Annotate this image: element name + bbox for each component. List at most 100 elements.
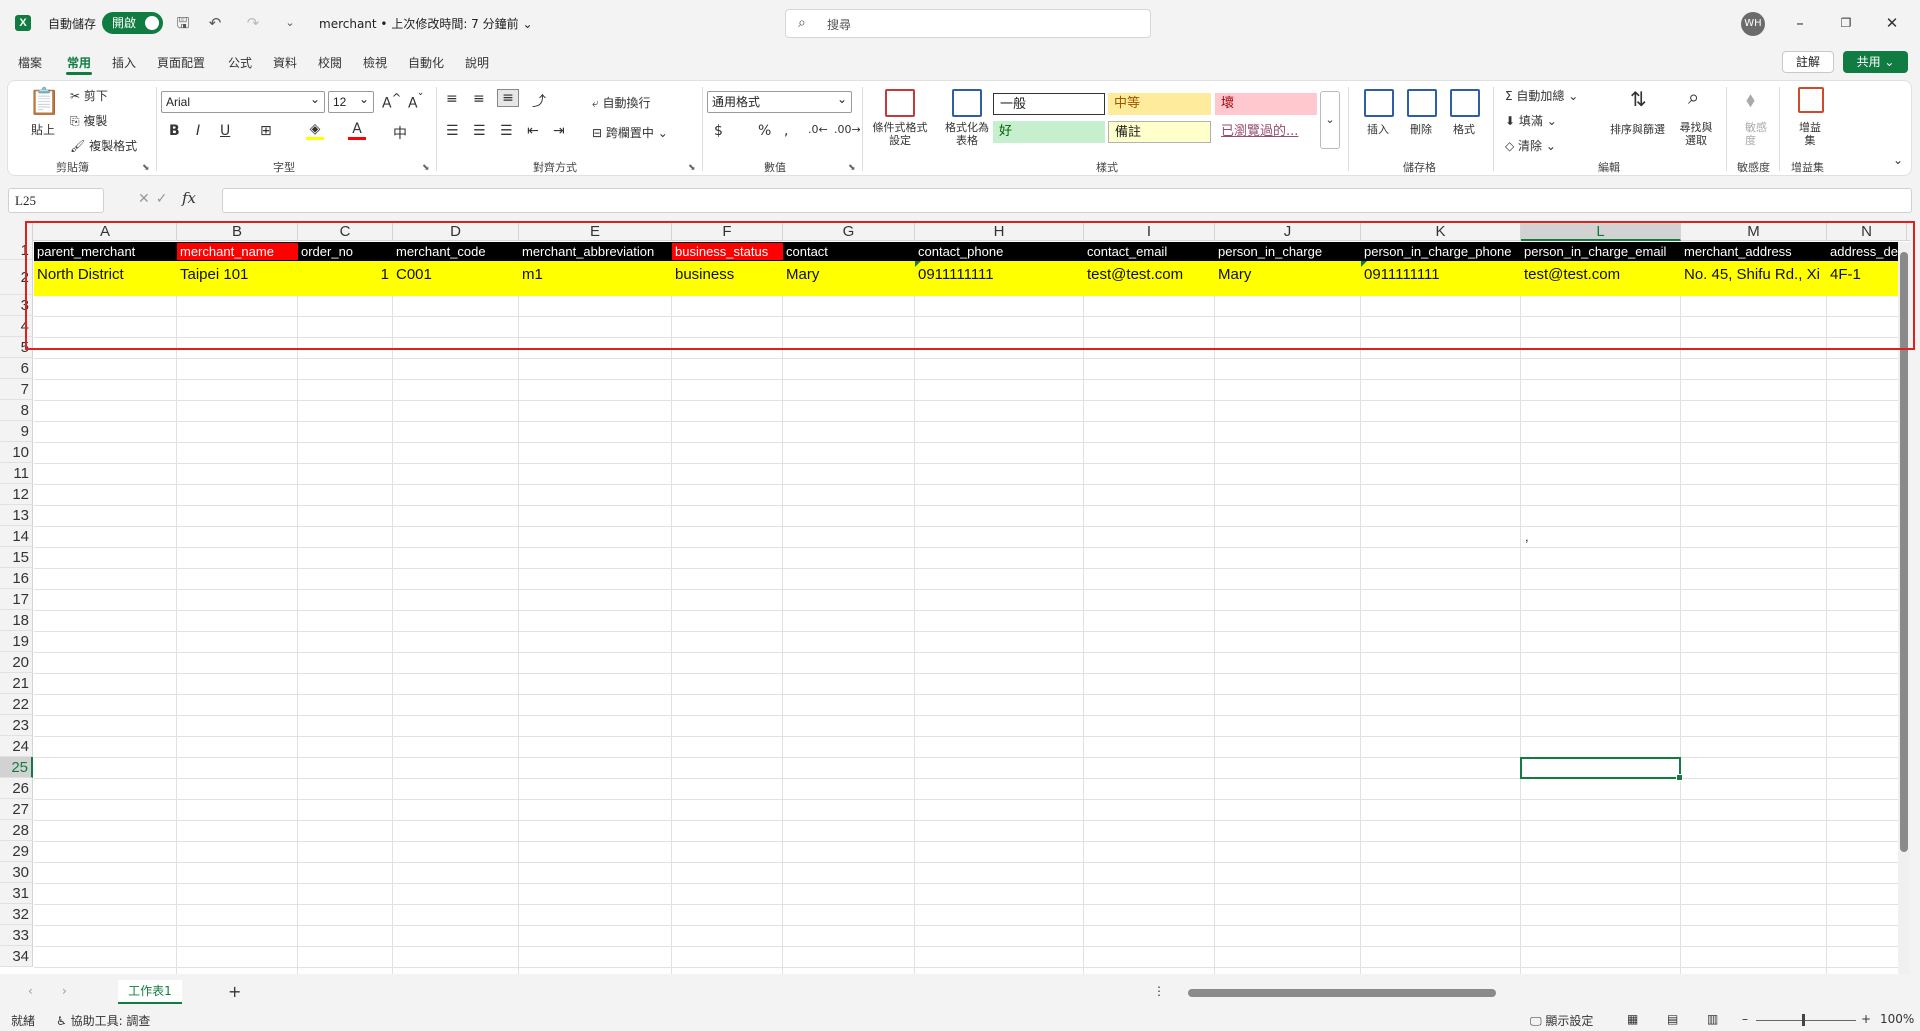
row-header-15[interactable]: 15 — [0, 547, 33, 568]
row-header-22[interactable]: 22 — [0, 694, 33, 715]
row-header-20[interactable]: 20 — [0, 652, 33, 673]
fill-button[interactable]: ⬇ 填滿 ⌄ — [1505, 112, 1557, 129]
insert-cells-label[interactable]: 插入 — [1367, 121, 1389, 137]
display-settings-button[interactable]: 🖵 顯示設定 — [1530, 1012, 1593, 1029]
row-header-18[interactable]: 18 — [0, 610, 33, 631]
row-header-13[interactable]: 13 — [0, 505, 33, 526]
format-cells-label[interactable]: 格式 — [1453, 121, 1475, 137]
search-box[interactable]: ⌕ 搜尋 — [785, 9, 1151, 38]
row-header-12[interactable]: 12 — [0, 484, 33, 505]
sort-filter-icon[interactable]: ⇅ — [1630, 87, 1647, 111]
redo-icon[interactable]: ↷ — [243, 13, 263, 33]
decrease-decimal-icon[interactable]: .00→ — [834, 123, 861, 136]
format-as-table-icon[interactable] — [952, 89, 982, 117]
page-layout-view-icon[interactable]: ▤ — [1667, 1012, 1678, 1026]
insert-function-icon[interactable]: fx — [182, 189, 196, 207]
cell-area[interactable]: parent_merchant merchant_name order_no merc… — [34, 242, 1910, 974]
sensitivity-icon[interactable]: ⬧ — [1746, 87, 1755, 111]
number-launcher-icon[interactable]: ⬊ — [848, 163, 856, 173]
horizontal-scrollbar[interactable] — [1178, 988, 1902, 998]
tab-home[interactable]: 常用 — [65, 54, 93, 75]
zoom-level[interactable]: 100% — [1880, 1012, 1914, 1026]
horizontal-scroll-thumb[interactable] — [1188, 989, 1496, 997]
name-box[interactable]: L25 — [8, 188, 104, 213]
format-as-table-label[interactable]: 格式化為表格 — [940, 121, 994, 147]
delete-cells-label[interactable]: 刪除 — [1410, 121, 1432, 137]
bold-icon[interactable]: B — [169, 123, 180, 139]
row-header-6[interactable]: 6 — [0, 358, 33, 379]
undo-icon[interactable]: ↶ — [205, 13, 225, 33]
tab-formulas[interactable]: 公式 — [228, 54, 252, 71]
document-title[interactable]: merchant • 上次修改時間: 7 分鐘前 ⌄ — [319, 15, 533, 32]
align-top-icon[interactable]: ≡ — [446, 91, 458, 107]
row-header-29[interactable]: 29 — [0, 841, 33, 862]
alignment-launcher-icon[interactable]: ⬊ — [688, 163, 696, 173]
align-center-icon[interactable]: ☰ — [473, 123, 486, 139]
font-size-select[interactable]: 12 — [328, 89, 374, 113]
number-format-select[interactable]: 通用格式 — [707, 89, 852, 113]
italic-icon[interactable]: I — [196, 123, 200, 139]
avatar[interactable]: WH — [1741, 12, 1765, 36]
next-sheet-icon[interactable]: › — [62, 984, 67, 998]
copy-button[interactable]: ⎘ 複製 — [70, 112, 107, 129]
row-header-19[interactable]: 19 — [0, 631, 33, 652]
sheet-tab-1[interactable]: 工作表1 — [118, 980, 182, 1004]
conditional-format-icon[interactable] — [885, 89, 915, 117]
addins-button-label[interactable]: 增益集 — [1797, 121, 1823, 147]
add-sheet-button[interactable]: + — [228, 982, 241, 1001]
zoom-in-icon[interactable]: + — [1861, 1012, 1871, 1026]
increase-decimal-icon[interactable]: .0← — [808, 123, 828, 136]
sort-filter-label[interactable]: 排序與篩選 — [1610, 121, 1665, 137]
row-header-26[interactable]: 26 — [0, 778, 33, 799]
style-followed-hyperlink[interactable]: 已瀏覽過的... — [1215, 121, 1317, 143]
percent-icon[interactable]: % — [758, 123, 771, 139]
style-good[interactable]: 好 — [993, 121, 1105, 143]
row-header-34[interactable]: 34 — [0, 946, 33, 967]
tab-page-layout[interactable]: 頁面配置 — [157, 54, 205, 71]
row-header-16[interactable]: 16 — [0, 568, 33, 589]
row-header-11[interactable]: 11 — [0, 463, 33, 484]
minimize-button[interactable]: – — [1788, 12, 1812, 34]
tab-help[interactable]: 說明 — [465, 54, 489, 71]
tab-review[interactable]: 校閱 — [318, 54, 342, 71]
row-header-32[interactable]: 32 — [0, 904, 33, 925]
tab-splitter-icon[interactable]: ⋮ — [1153, 984, 1165, 998]
row-header-21[interactable]: 21 — [0, 673, 33, 694]
row-header-7[interactable]: 7 — [0, 379, 33, 400]
tab-view[interactable]: 檢視 — [363, 54, 387, 71]
clear-button[interactable]: ◇ 清除 ⌄ — [1505, 137, 1556, 154]
style-note[interactable]: 備註 — [1108, 121, 1211, 143]
tab-data[interactable]: 資料 — [273, 54, 297, 71]
style-bad[interactable]: 壞 — [1215, 93, 1317, 115]
comma-icon[interactable]: , — [784, 123, 788, 139]
underline-icon[interactable]: U — [220, 123, 230, 139]
restore-button[interactable]: ❐ — [1834, 12, 1858, 34]
row-header-8[interactable]: 8 — [0, 400, 33, 421]
cut-button[interactable]: ✂ 剪下 — [70, 87, 108, 104]
vertical-scrollbar[interactable] — [1898, 242, 1910, 974]
format-cells-icon[interactable] — [1450, 89, 1480, 117]
align-left-icon[interactable]: ☰ — [446, 123, 459, 139]
formula-input[interactable] — [222, 188, 1912, 213]
row-header-30[interactable]: 30 — [0, 862, 33, 883]
row-header-25[interactable]: 25 — [0, 757, 33, 778]
zoom-slider-thumb[interactable] — [1802, 1014, 1805, 1026]
borders-icon[interactable]: ⊞ — [260, 123, 272, 139]
accessibility-status[interactable]: ♿ 協助工具: 調查 — [56, 1012, 150, 1029]
addins-icon[interactable] — [1798, 87, 1824, 113]
decrease-font-icon[interactable]: Aˇ — [408, 91, 423, 112]
zoom-slider[interactable] — [1756, 1020, 1856, 1021]
align-bottom-icon[interactable]: ≡ — [497, 89, 519, 107]
delete-cells-icon[interactable] — [1407, 89, 1437, 117]
autosum-button[interactable]: Σ 自動加總 ⌄ — [1505, 87, 1578, 104]
increase-indent-icon[interactable]: ⇥ — [553, 123, 565, 139]
save-icon[interactable]: 🖫 — [173, 13, 193, 33]
insert-cells-icon[interactable] — [1364, 89, 1394, 117]
merge-center-button[interactable]: ⊟ 跨欄置中 ⌄ — [592, 124, 668, 141]
row-header-28[interactable]: 28 — [0, 820, 33, 841]
cancel-enter-icons[interactable]: ✕✓ — [138, 191, 173, 207]
normal-view-icon[interactable]: ▦ — [1627, 1012, 1638, 1026]
autosave-toggle[interactable]: 開啟 — [102, 12, 163, 34]
align-middle-icon[interactable]: ≡ — [473, 91, 485, 107]
fill-color-icon[interactable]: ◈ — [306, 121, 324, 140]
